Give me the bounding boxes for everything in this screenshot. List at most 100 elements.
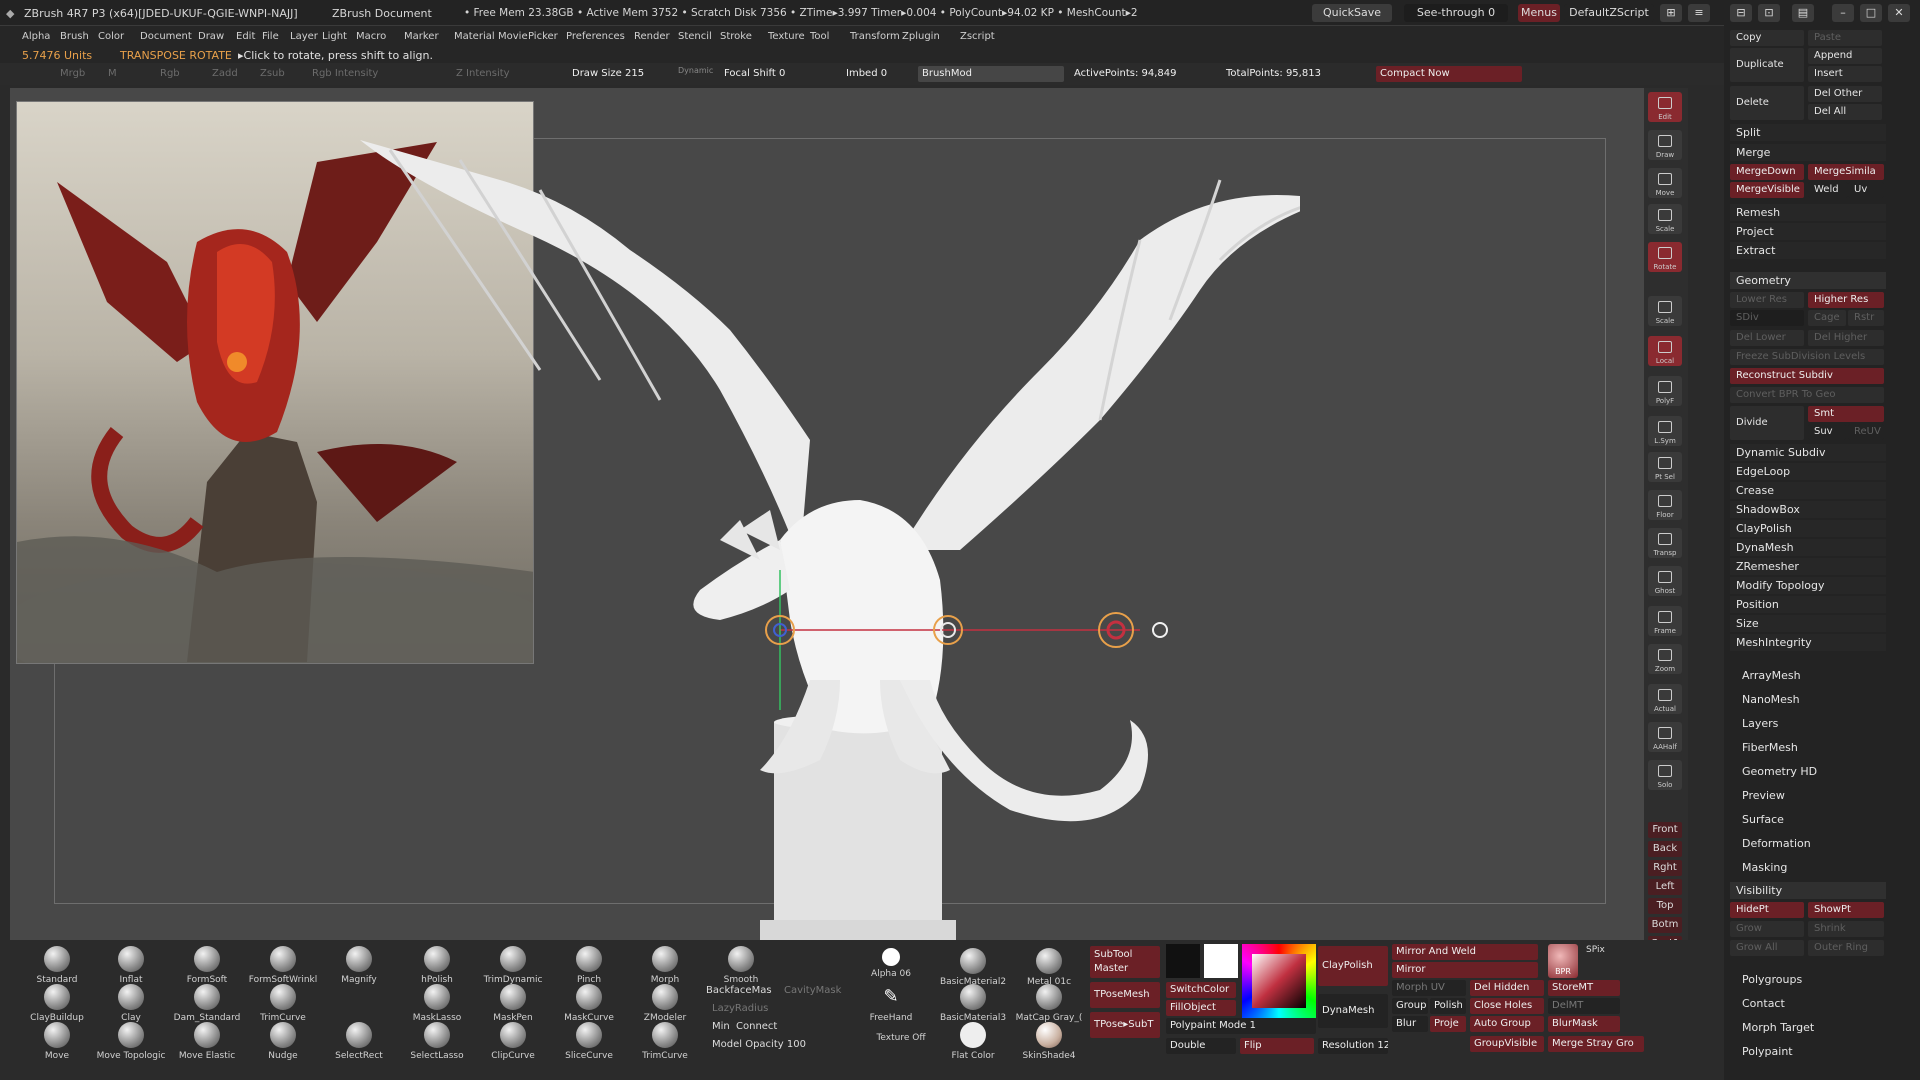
grow-button[interactable]: Grow bbox=[1730, 921, 1804, 937]
blurmask-button[interactable]: BlurMask bbox=[1548, 1016, 1620, 1032]
section-morph-target[interactable]: Morph Target bbox=[1730, 1018, 1886, 1037]
view-back-button[interactable]: Back bbox=[1648, 841, 1682, 857]
rgb-button[interactable]: Rgb bbox=[160, 69, 180, 79]
geo-meshintegrity[interactable]: MeshIntegrity bbox=[1730, 634, 1886, 651]
connect-toggle[interactable]: Connect bbox=[736, 1022, 777, 1032]
edit-tool-button[interactable]: Edit bbox=[1648, 92, 1682, 122]
brush-clipcurve[interactable]: ClipCurve bbox=[478, 1022, 548, 1062]
geo-dynamic-subdiv[interactable]: Dynamic Subdiv bbox=[1730, 444, 1886, 461]
brush-move-elastic[interactable]: Move Elastic bbox=[172, 1022, 242, 1062]
menu-movie[interactable]: Movie bbox=[498, 31, 528, 42]
switchcolor-button[interactable]: SwitchColor bbox=[1166, 982, 1236, 998]
section-surface[interactable]: Surface bbox=[1730, 810, 1886, 829]
menu-macro[interactable]: Macro bbox=[356, 31, 386, 42]
material-matcap-gray[interactable]: MatCap Gray_( bbox=[1014, 984, 1084, 1024]
brush-formsoft[interactable]: FormSoft bbox=[172, 946, 242, 986]
freeze-subdivision-button[interactable]: Freeze SubDivision Levels bbox=[1730, 349, 1884, 365]
brush-trimdynamic[interactable]: TrimDynamic bbox=[478, 946, 548, 986]
scale-tool-button[interactable]: Scale bbox=[1648, 204, 1682, 234]
brush-claybuildup[interactable]: ClayBuildup bbox=[22, 984, 92, 1024]
brush-slicecurve[interactable]: SliceCurve bbox=[554, 1022, 624, 1062]
menu-file[interactable]: File bbox=[262, 31, 279, 42]
cavity-mask-toggle[interactable]: CavityMask bbox=[784, 986, 841, 996]
mrgb-button[interactable]: Mrgb bbox=[60, 69, 85, 79]
brush-selectlasso[interactable]: SelectLasso bbox=[402, 1022, 472, 1062]
section-polypaint[interactable]: Polypaint bbox=[1730, 1042, 1886, 1061]
menu-light[interactable]: Light bbox=[322, 31, 347, 42]
menu-brush[interactable]: Brush bbox=[60, 31, 89, 42]
convert-bpr-button[interactable]: Convert BPR To Geo bbox=[1730, 387, 1884, 403]
morph-uv-button[interactable]: Morph UV bbox=[1392, 980, 1466, 996]
copy-button[interactable]: Copy bbox=[1730, 30, 1804, 46]
brush-inflat[interactable]: Inflat bbox=[96, 946, 166, 986]
menu-document[interactable]: Document bbox=[140, 31, 192, 42]
color-picker[interactable] bbox=[1242, 944, 1316, 1018]
lock-icon[interactable]: ▤ bbox=[1792, 4, 1814, 22]
section-masking[interactable]: Masking bbox=[1730, 858, 1886, 877]
brush-masklasso[interactable]: MaskLasso bbox=[402, 984, 472, 1024]
smt-toggle[interactable]: Smt bbox=[1808, 406, 1884, 422]
menu-stroke[interactable]: Stroke bbox=[720, 31, 752, 42]
del-higher-button[interactable]: Del Higher bbox=[1808, 330, 1884, 346]
reuv-toggle[interactable]: ReUV bbox=[1848, 424, 1884, 440]
frame-tool-button[interactable]: Frame bbox=[1648, 606, 1682, 636]
solo-tool-button[interactable]: Solo bbox=[1648, 760, 1682, 790]
brush-clay[interactable]: Clay bbox=[96, 984, 166, 1024]
texture-selector[interactable]: Texture Off bbox=[866, 1030, 936, 1070]
minimize-icon[interactable]: – bbox=[1832, 4, 1854, 22]
rotate-tool-button[interactable]: Rotate bbox=[1648, 242, 1682, 272]
brush-nudge[interactable]: Nudge bbox=[248, 1022, 318, 1062]
brush-smooth[interactable]: Smooth bbox=[706, 946, 776, 986]
tpose-subt-button[interactable]: TPose▸SubT bbox=[1090, 1012, 1160, 1038]
brush-standard[interactable]: Standard bbox=[22, 946, 92, 986]
menus-toggle[interactable]: Menus bbox=[1518, 4, 1560, 22]
menu-color[interactable]: Color bbox=[98, 31, 124, 42]
menu-material[interactable]: Material bbox=[454, 31, 495, 42]
lower-res-button[interactable]: Lower Res bbox=[1730, 292, 1804, 308]
menu-picker[interactable]: Picker bbox=[528, 31, 558, 42]
auto-group-button[interactable]: Auto Group bbox=[1470, 1016, 1544, 1032]
menu-zplugin[interactable]: Zplugin bbox=[902, 31, 940, 42]
move-tool-button[interactable]: Move bbox=[1648, 168, 1682, 198]
close-holes-button[interactable]: Close Holes bbox=[1470, 998, 1544, 1014]
menu-layer[interactable]: Layer bbox=[290, 31, 318, 42]
menu-edit[interactable]: Edit bbox=[236, 31, 255, 42]
lsym-tool-button[interactable]: L.Sym bbox=[1648, 416, 1682, 446]
material-basicmaterial2[interactable]: BasicMaterial2 bbox=[938, 948, 1008, 988]
spix-slider[interactable]: SPix bbox=[1586, 946, 1605, 955]
rgb-intensity-slider[interactable]: Rgb Intensity bbox=[312, 69, 378, 79]
min-toggle[interactable]: Min bbox=[712, 1022, 730, 1032]
dragon-3d-model[interactable] bbox=[340, 120, 1300, 940]
menu-texture[interactable]: Texture bbox=[768, 31, 805, 42]
grow-all-button[interactable]: Grow All bbox=[1730, 940, 1804, 956]
maximize-icon[interactable]: □ bbox=[1860, 4, 1882, 22]
mergevisible-button[interactable]: MergeVisible bbox=[1730, 182, 1804, 198]
view-rght-button[interactable]: Rght bbox=[1648, 860, 1682, 876]
geometry-header[interactable]: Geometry bbox=[1730, 272, 1886, 289]
brush-trimcurve[interactable]: TrimCurve bbox=[630, 1022, 700, 1062]
draw-size-slider[interactable]: Draw Size 215 bbox=[572, 69, 644, 79]
geo-edgeloop[interactable]: EdgeLoop bbox=[1730, 463, 1886, 480]
scale2-tool-button[interactable]: Scale bbox=[1648, 296, 1682, 326]
brush-move[interactable]: Move bbox=[22, 1022, 92, 1062]
del-hidden-button[interactable]: Del Hidden bbox=[1470, 980, 1544, 996]
split-section[interactable]: Split bbox=[1730, 124, 1886, 141]
lazy-radius-slider[interactable]: LazyRadius bbox=[712, 1004, 768, 1014]
merge-stray-groups-button[interactable]: Merge Stray Gro bbox=[1548, 1036, 1644, 1052]
quicksave-button[interactable]: QuickSave bbox=[1312, 4, 1392, 22]
project-section[interactable]: Project bbox=[1730, 223, 1886, 240]
del-all-button[interactable]: Del All bbox=[1808, 104, 1882, 120]
merge-section[interactable]: Merge bbox=[1730, 144, 1886, 161]
dynamic-toggle[interactable]: Dynamic bbox=[678, 67, 713, 75]
close-icon[interactable]: ✕ bbox=[1888, 4, 1910, 22]
claypolish-button[interactable]: ClayPolish bbox=[1318, 946, 1388, 986]
floor-tool-button[interactable]: Floor bbox=[1648, 490, 1682, 520]
menu-alpha[interactable]: Alpha bbox=[22, 31, 50, 42]
section-geometry-hd[interactable]: Geometry HD bbox=[1730, 762, 1886, 781]
divide-button[interactable]: Divide bbox=[1730, 406, 1804, 440]
layout-icon-2[interactable]: ≡ bbox=[1688, 4, 1710, 22]
delmt-button[interactable]: DelMT bbox=[1548, 998, 1620, 1014]
section-contact[interactable]: Contact bbox=[1730, 994, 1886, 1013]
insert-button[interactable]: Insert bbox=[1808, 66, 1882, 82]
menu-draw[interactable]: Draw bbox=[198, 31, 224, 42]
